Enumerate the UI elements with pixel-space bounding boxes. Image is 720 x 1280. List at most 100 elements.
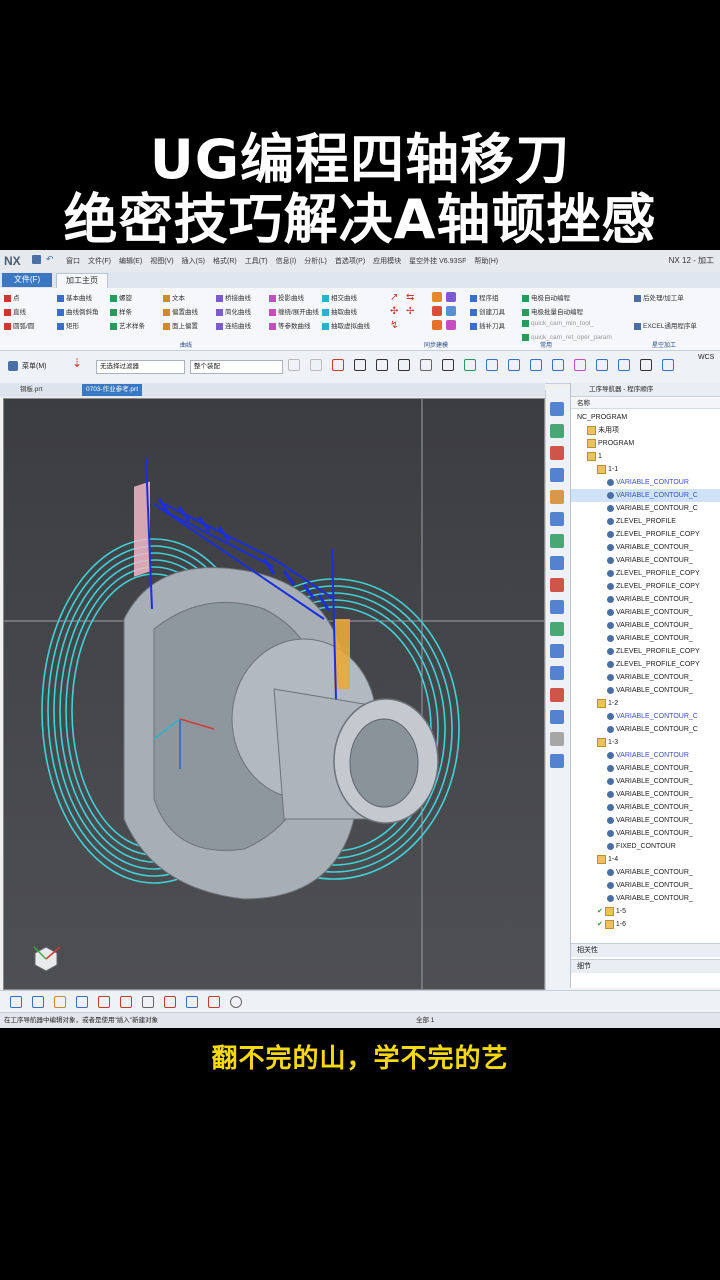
program-group-row[interactable]: 1-2 xyxy=(571,697,720,710)
resource-bar-icon[interactable] xyxy=(550,468,564,482)
snap-tool-icon[interactable] xyxy=(442,359,454,371)
operation-row[interactable]: VARIABLE_CONTOUR_ xyxy=(571,814,720,827)
ribbon-curve-command[interactable]: 矩形 xyxy=(57,320,79,330)
constrain-face-icon[interactable] xyxy=(432,320,442,330)
resource-bar-icon[interactable] xyxy=(550,534,564,548)
ribbon-post-command[interactable]: 后处理/加工单 xyxy=(634,292,684,302)
menu-item[interactable]: 分析(L) xyxy=(304,256,327,266)
save-icon[interactable] xyxy=(32,255,41,264)
operation-row[interactable]: VARIABLE_CONTOUR_ xyxy=(571,619,720,632)
paste-face-icon[interactable] xyxy=(446,320,456,330)
operation-row[interactable]: VARIABLE_CONTOUR_C xyxy=(571,489,720,502)
snap-tool-icon[interactable] xyxy=(552,359,564,371)
offset-face-icon[interactable]: ↯ xyxy=(390,320,400,331)
menu-item[interactable]: 星空外挂 V6.93SF xyxy=(409,256,466,266)
document-tab-2[interactable]: 0703-作业参考.prt xyxy=(82,384,143,396)
tab-machining-home[interactable]: 加工主页 xyxy=(56,273,108,288)
resource-bar-icon[interactable] xyxy=(550,512,564,526)
program-group-row[interactable]: 1-3 xyxy=(571,736,720,749)
selection-filter-dropdown[interactable]: 无选择过滤器 xyxy=(96,360,185,374)
snap-tool-icon[interactable] xyxy=(310,359,322,371)
ribbon-curve-command[interactable]: 文本 xyxy=(163,292,185,302)
resize-icon[interactable]: ✢ xyxy=(406,306,416,317)
menu-item[interactable]: 窗口 xyxy=(66,256,80,266)
program-group-row[interactable]: 未用项 xyxy=(571,424,720,437)
resource-bar-icon[interactable] xyxy=(550,424,564,438)
operation-row[interactable]: VARIABLE_CONTOUR xyxy=(571,749,720,762)
ribbon-tool-command[interactable]: 程序组 xyxy=(470,292,499,302)
bottom-tool-icon[interactable] xyxy=(32,996,44,1008)
ribbon-curve-command[interactable]: 连结曲线 xyxy=(216,320,251,330)
operation-row[interactable]: ZLEVEL_PROFILE xyxy=(571,515,720,528)
menu-item[interactable]: 首选项(P) xyxy=(335,256,365,266)
snap-tool-icon[interactable] xyxy=(640,359,652,371)
operation-row[interactable]: VARIABLE_CONTOUR_C xyxy=(571,723,720,736)
snap-tool-icon[interactable] xyxy=(530,359,542,371)
snap-tool-icon[interactable] xyxy=(508,359,520,371)
selection-icon[interactable]: ⇣ xyxy=(72,356,82,376)
operation-row[interactable]: VARIABLE_CONTOUR_ xyxy=(571,671,720,684)
operation-row[interactable]: ZLEVEL_PROFILE_COPY xyxy=(571,567,720,580)
menu-item[interactable]: 格式(R) xyxy=(213,256,237,266)
delete-face-icon[interactable] xyxy=(432,292,442,302)
operation-row[interactable]: VARIABLE_CONTOUR_ xyxy=(571,866,720,879)
ribbon-curve-command[interactable]: 艺术样条 xyxy=(110,320,145,330)
ribbon-curve-command[interactable]: 简化曲线 xyxy=(216,306,251,316)
ribbon-tool-command[interactable]: 电极自动编程 xyxy=(522,292,570,302)
menu-item[interactable]: 应用模块 xyxy=(373,256,401,266)
bottom-tool-icon[interactable] xyxy=(98,996,110,1008)
program-group-row[interactable]: 1-4 xyxy=(571,853,720,866)
program-group-row[interactable]: ✔ 1-6 xyxy=(571,918,720,931)
ribbon-curve-command[interactable]: 抽取虚拟曲线 xyxy=(322,320,370,330)
navigator-column-name[interactable]: 名称 xyxy=(571,398,720,409)
snap-tool-icon[interactable] xyxy=(464,359,476,371)
snap-tool-icon[interactable] xyxy=(662,359,674,371)
dependencies-panel[interactable]: 相关性 xyxy=(571,943,720,957)
bottom-tool-icon[interactable] xyxy=(76,996,88,1008)
program-group-row[interactable]: 1-1 xyxy=(571,463,720,476)
bottom-tool-icon[interactable] xyxy=(54,996,66,1008)
ribbon-tool-command[interactable]: quick_cam_min_tool_ xyxy=(522,320,594,327)
ribbon-curve-command[interactable]: 直线 xyxy=(4,306,26,316)
resource-bar-icon[interactable] xyxy=(550,688,564,702)
resource-bar-icon[interactable] xyxy=(550,622,564,636)
group-face-icon[interactable] xyxy=(432,306,442,316)
resource-bar-icon[interactable] xyxy=(550,402,564,416)
resource-bar-icon[interactable] xyxy=(550,710,564,724)
assembly-scope-dropdown[interactable]: 整个装配 xyxy=(190,360,283,374)
snap-tool-icon[interactable] xyxy=(596,359,608,371)
ribbon-curve-command[interactable]: 面上偏置 xyxy=(163,320,198,330)
ribbon-curve-command[interactable]: 样条 xyxy=(110,306,132,316)
menu-item[interactable]: 文件(F) xyxy=(88,256,111,266)
bottom-tool-icon[interactable] xyxy=(164,996,176,1008)
resource-bar-icon[interactable] xyxy=(550,490,564,504)
operation-row[interactable]: FIXED_CONTOUR xyxy=(571,840,720,853)
operation-row[interactable]: VARIABLE_CONTOUR_ xyxy=(571,801,720,814)
operation-row[interactable]: VARIABLE_CONTOUR_ xyxy=(571,684,720,697)
operation-row[interactable]: ZLEVEL_PROFILE_COPY xyxy=(571,658,720,671)
program-group-row[interactable]: PROGRAM xyxy=(571,437,720,450)
resource-bar-icon[interactable] xyxy=(550,644,564,658)
resource-bar-icon[interactable] xyxy=(550,666,564,680)
program-group-row[interactable]: NC_PROGRAM xyxy=(571,411,720,424)
bottom-tool-icon[interactable] xyxy=(10,996,22,1008)
operation-row[interactable]: VARIABLE_CONTOUR_ xyxy=(571,788,720,801)
bottom-tool-icon[interactable] xyxy=(142,996,154,1008)
resource-bar-icon[interactable] xyxy=(550,556,564,570)
ribbon-curve-command[interactable]: 螺旋 xyxy=(110,292,132,302)
undo-icon[interactable]: ↶ xyxy=(46,255,55,264)
cut-face-icon[interactable] xyxy=(446,306,456,316)
graphics-viewport[interactable] xyxy=(3,398,545,990)
snap-tool-icon[interactable] xyxy=(398,359,410,371)
ribbon-tool-command[interactable]: 插补刀具 xyxy=(470,320,505,330)
operation-row[interactable]: VARIABLE_CONTOUR_C xyxy=(571,502,720,515)
menu-item[interactable]: 帮助(H) xyxy=(474,256,498,266)
ribbon-curve-command[interactable]: 基本曲线 xyxy=(57,292,92,302)
operation-row[interactable]: ZLEVEL_PROFILE_COPY xyxy=(571,580,720,593)
operation-row[interactable]: VARIABLE_CONTOUR_ xyxy=(571,606,720,619)
ribbon-curve-command[interactable]: 相交曲线 xyxy=(322,292,357,302)
ribbon-curve-command[interactable]: 点 xyxy=(4,292,20,302)
bottom-tool-icon[interactable] xyxy=(120,996,132,1008)
operation-row[interactable]: VARIABLE_CONTOUR_ xyxy=(571,775,720,788)
ribbon-curve-command[interactable]: 投影曲线 xyxy=(269,292,304,302)
